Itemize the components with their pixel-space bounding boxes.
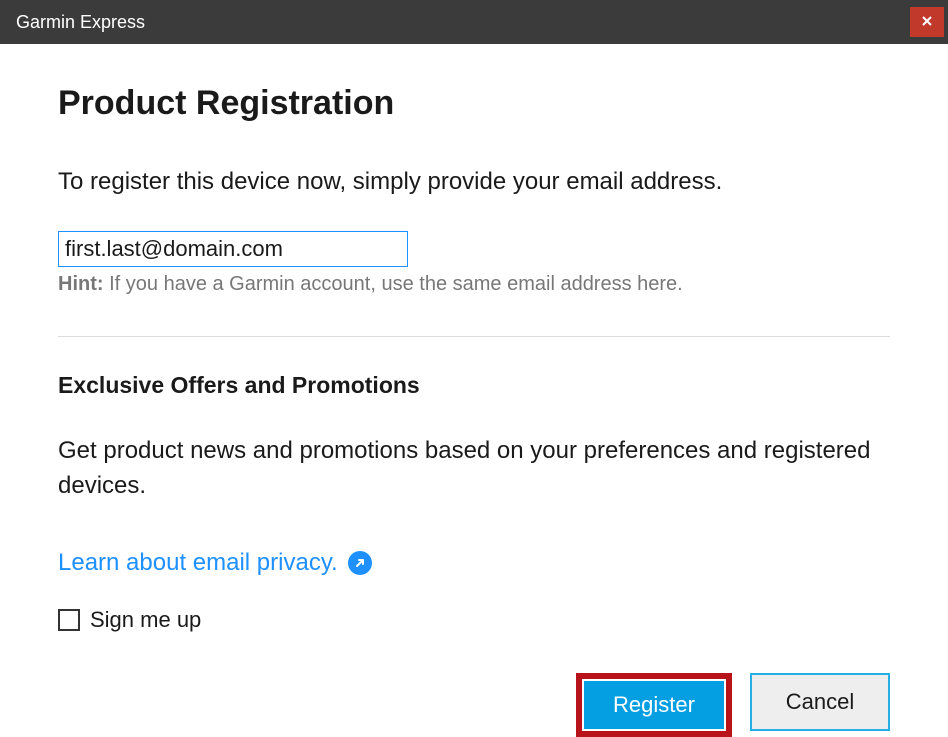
offers-heading: Exclusive Offers and Promotions: [58, 372, 890, 399]
titlebar: Garmin Express: [0, 0, 948, 44]
email-field[interactable]: [58, 231, 408, 267]
privacy-link[interactable]: Learn about email privacy.: [58, 549, 372, 577]
instruction-text: To register this device now, simply prov…: [58, 168, 890, 196]
email-hint: Hint: If you have a Garmin account, use …: [58, 273, 890, 296]
external-link-icon: [348, 551, 372, 575]
signup-checkbox[interactable]: [58, 609, 80, 631]
content-area: Product Registration To register this de…: [0, 44, 948, 737]
signup-label: Sign me up: [90, 607, 201, 633]
privacy-link-text: Learn about email privacy.: [58, 549, 338, 577]
hint-label: Hint:: [58, 273, 104, 295]
window-title: Garmin Express: [16, 12, 145, 33]
close-icon: [922, 13, 932, 31]
page-title: Product Registration: [58, 84, 890, 123]
hint-text: If you have a Garmin account, use the sa…: [104, 273, 683, 295]
signup-checkbox-row: Sign me up: [58, 607, 890, 633]
offers-text: Get product news and promotions based on…: [58, 434, 890, 504]
cancel-button[interactable]: Cancel: [750, 673, 890, 731]
register-button[interactable]: Register: [584, 681, 724, 729]
section-divider: [58, 336, 890, 337]
close-button[interactable]: [910, 7, 944, 37]
